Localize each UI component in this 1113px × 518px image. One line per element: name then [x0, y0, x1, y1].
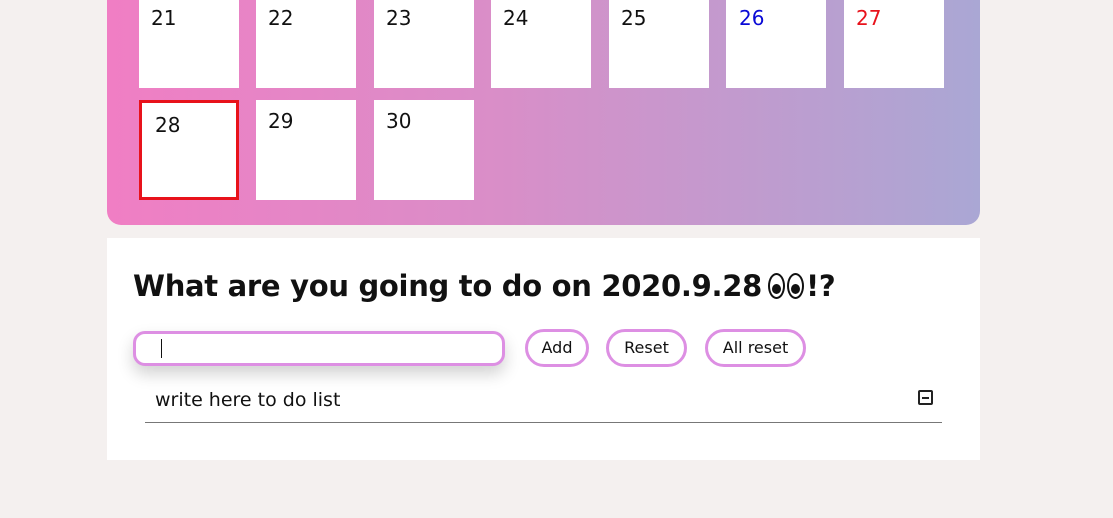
calendar-day-27[interactable]: 27: [844, 0, 944, 88]
calendar-day-25[interactable]: 25: [609, 0, 709, 88]
todo-input[interactable]: [133, 331, 505, 366]
calendar-day-number: 21: [151, 6, 177, 30]
calendar-day-30[interactable]: 30: [374, 100, 474, 200]
calendar-day-number: 24: [503, 6, 529, 30]
todo-list-item: write here to do list: [145, 383, 942, 423]
calendar-day-26[interactable]: 26: [726, 0, 826, 88]
add-button[interactable]: Add: [525, 329, 589, 367]
text-cursor: [161, 339, 162, 358]
eyes-icon: [768, 271, 806, 301]
reset-button[interactable]: Reset: [606, 329, 687, 367]
calendar-day-number: 29: [268, 109, 294, 133]
todo-title-text: What are you going to do on 2020.9.28: [133, 269, 762, 303]
todo-title: What are you going to do on 2020.9.28!?: [133, 269, 836, 303]
todo-item-text: write here to do list: [155, 389, 341, 411]
calendar-grid: 21 22 23 24 25 26 27 28 29 30: [107, 0, 980, 225]
calendar-day-24[interactable]: 24: [491, 0, 591, 88]
todo-title-suffix: !?: [806, 269, 836, 303]
calendar-day-number: 27: [856, 6, 882, 30]
calendar-day-22[interactable]: 22: [256, 0, 356, 88]
calendar-day-21[interactable]: 21: [139, 0, 239, 88]
minus-square-icon[interactable]: [918, 390, 933, 405]
calendar-day-number: 23: [386, 6, 412, 30]
calendar-day-number: 25: [621, 6, 647, 30]
todo-panel: What are you going to do on 2020.9.28!? …: [107, 238, 980, 460]
calendar-day-23[interactable]: 23: [374, 0, 474, 88]
calendar-day-28-selected[interactable]: 28: [139, 100, 239, 200]
calendar-day-number: 22: [268, 6, 294, 30]
calendar-day-number: 26: [739, 6, 765, 30]
calendar-day-29[interactable]: 29: [256, 100, 356, 200]
all-reset-button[interactable]: All reset: [705, 329, 806, 367]
calendar-day-number: 30: [386, 109, 412, 133]
calendar-day-number: 28: [155, 113, 181, 137]
